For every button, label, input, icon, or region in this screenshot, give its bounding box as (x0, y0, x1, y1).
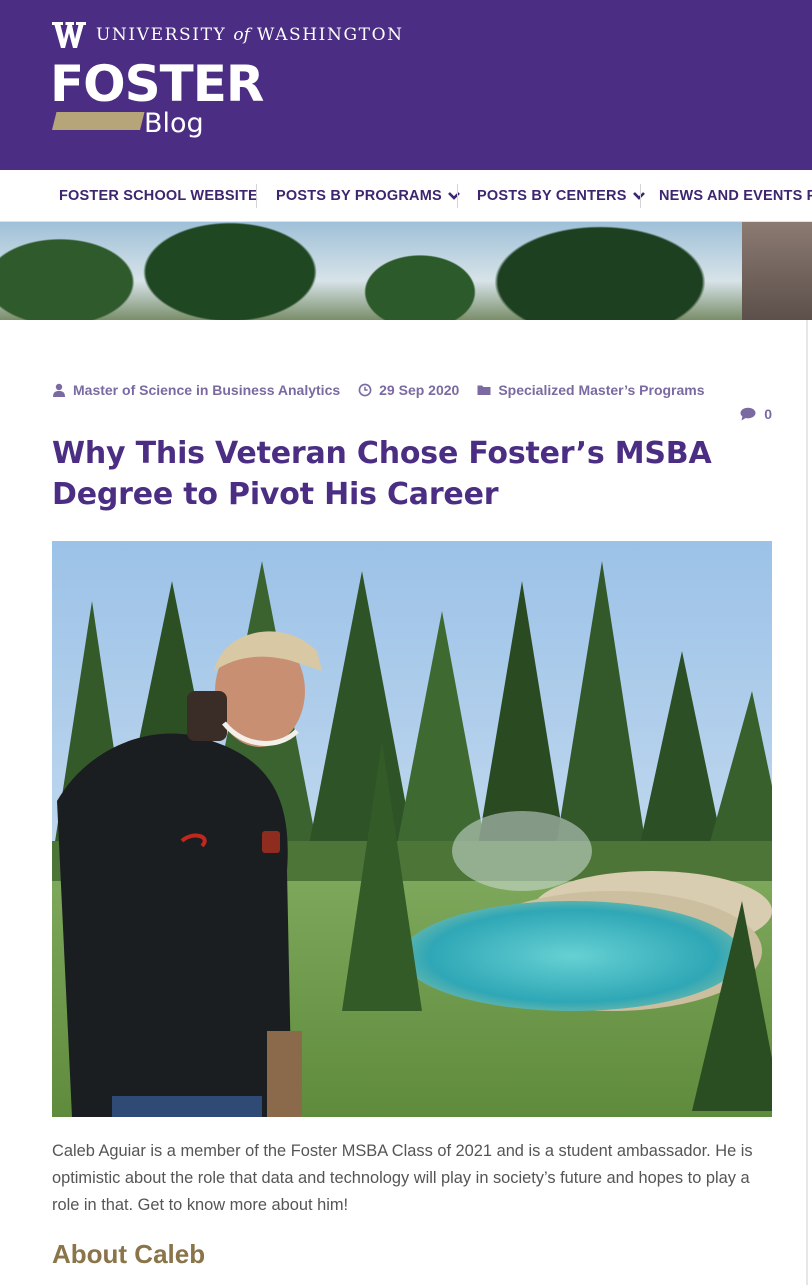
university-logo[interactable]: UNIVERSITY of WASHINGTON (52, 22, 404, 48)
comments-link[interactable]: 0 (740, 406, 772, 422)
banner-building (742, 222, 812, 320)
folder-icon (477, 385, 491, 395)
university-name: UNIVERSITY of WASHINGTON (96, 25, 404, 45)
blog-logo-text[interactable]: Blog (144, 106, 204, 142)
post-title: Why This Veteran Chose Foster’s MSBA Deg… (52, 436, 712, 512)
clock-icon (358, 383, 372, 397)
nav-item-posts-by-programs[interactable]: POSTS BY PROGRAMS (276, 170, 460, 221)
header-banner-image (0, 222, 812, 320)
post-intro-paragraph: Caleb Aguiar is a member of the Foster M… (52, 1142, 753, 1214)
logo-gold-bar (52, 112, 145, 130)
comment-icon (740, 407, 756, 421)
post-featured-image (52, 541, 772, 1117)
nav-divider (457, 184, 458, 208)
nav-item-news-and-events[interactable]: NEWS AND EVENTS PO (659, 170, 812, 221)
nav-item-posts-by-centers[interactable]: POSTS BY CENTERS (477, 170, 645, 221)
chevron-down-icon (447, 192, 460, 200)
content-divider (806, 320, 808, 1285)
post-author[interactable]: Master of Science in Business Analytics (52, 382, 340, 398)
chevron-down-icon (632, 192, 645, 200)
post-date: 29 Sep 2020 (358, 382, 459, 398)
main-navigation: FOSTER SCHOOL WEBSITE POSTS BY PROGRAMS … (0, 170, 812, 222)
nav-item-foster-school-website[interactable]: FOSTER SCHOOL WEBSITE (59, 170, 258, 221)
uw-w-logo-icon (52, 22, 86, 48)
post-meta: Master of Science in Business Analytics … (52, 382, 723, 398)
site-header: UNIVERSITY of WASHINGTON FOSTER Blog (0, 0, 812, 170)
foster-logo-text[interactable]: FOSTER (50, 54, 264, 114)
post-category[interactable]: Specialized Master’s Programs (477, 382, 705, 398)
user-icon (53, 383, 65, 397)
section-heading-about: About Caleb (52, 1239, 206, 1269)
nav-divider (256, 184, 257, 208)
nav-divider (640, 184, 641, 208)
